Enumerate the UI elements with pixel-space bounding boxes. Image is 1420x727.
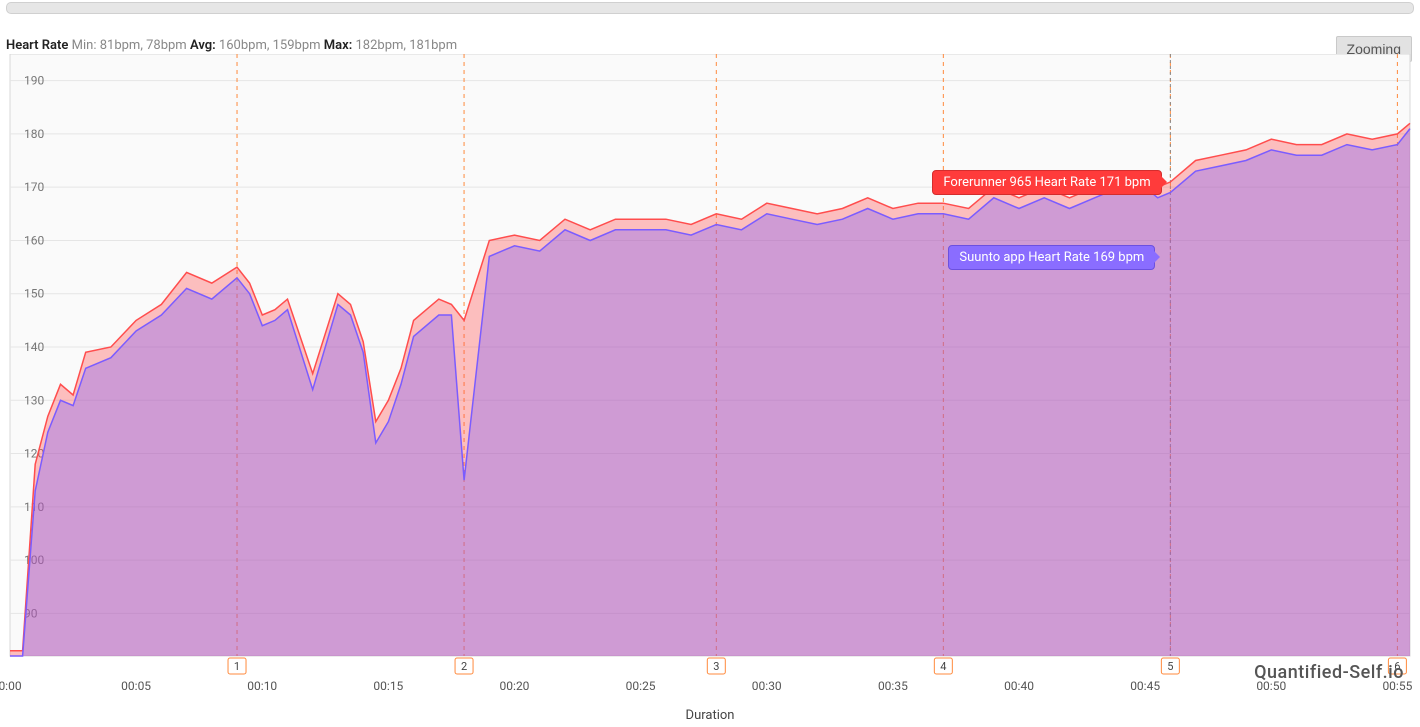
y-tick-label: 170 [24,180,44,194]
y-tick-label: 190 [24,74,44,88]
y-tick-label: 140 [24,340,44,354]
lap-badge-label: 5 [1167,660,1173,673]
lap-badge-label: 2 [461,660,467,673]
x-tick-label: 00:35 [878,679,908,693]
horizontal-scrollbar[interactable] [6,2,1414,14]
chart-title: Heart Rate [6,38,68,53]
stat-max-value: 182bpm, 181bpm [356,38,458,53]
watermark: Quantified-Self.io [1254,662,1404,683]
stat-max-label: Max: [324,38,352,53]
stat-min-value: 81bpm, 78bpm [100,38,187,53]
y-tick-label: 150 [24,287,44,301]
y-tick-label: 160 [24,233,44,247]
x-axis-label: Duration [686,708,735,723]
y-tick-label: 130 [24,393,44,407]
x-tick-label: 00:15 [373,679,403,693]
stat-min-label: Min: [72,38,97,53]
stat-avg-label: Avg: [190,38,216,53]
x-tick-label: 00:40 [1004,679,1034,693]
x-tick-label: 0:00 [0,679,22,693]
x-tick-label: 00:25 [626,679,656,693]
heart-rate-chart[interactable]: 901001101201301401501601701801901234560:… [0,54,1420,704]
y-tick-label: 180 [24,127,44,141]
lap-badge-label: 1 [234,660,240,673]
x-tick-label: 00:05 [121,679,151,693]
x-tick-label: 00:20 [500,679,530,693]
lap-badge-label: 3 [713,660,719,673]
x-tick-label: 00:30 [752,679,782,693]
stat-avg-value: 160bpm, 159bpm [219,38,321,53]
lap-badge-label: 4 [940,660,946,673]
x-tick-label: 00:45 [1130,679,1160,693]
chart-stats: Heart Rate Min: 81bpm, 78bpm Avg: 160bpm… [6,38,457,53]
x-tick-label: 00:10 [247,679,277,693]
